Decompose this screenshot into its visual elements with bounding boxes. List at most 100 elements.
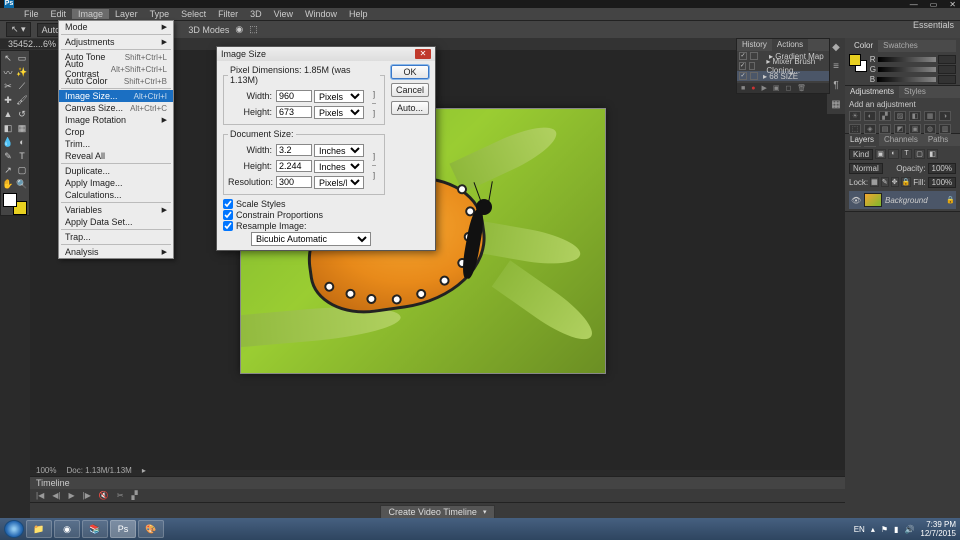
panel-icon[interactable]: ◆: [832, 42, 840, 53]
next-frame-icon[interactable]: |▶: [83, 491, 91, 500]
hand-tool-icon[interactable]: ✋: [1, 177, 15, 191]
r-value[interactable]: [938, 55, 956, 64]
g-slider[interactable]: [878, 67, 936, 72]
adjustment-icon[interactable]: ☀: [849, 111, 861, 121]
menubar[interactable]: FileEditImageLayerTypeSelectFilter3DView…: [0, 8, 960, 20]
blur-tool-icon[interactable]: 💧: [1, 135, 15, 149]
pen-tool-icon[interactable]: ✎: [1, 149, 15, 163]
lock-icon[interactable]: ▦: [870, 177, 879, 187]
menu-item[interactable]: Calculations...: [59, 189, 173, 201]
history-brush-icon[interactable]: ↺: [15, 107, 29, 121]
layers-tab[interactable]: Layers: [845, 134, 879, 146]
fg-bg-swatch[interactable]: [849, 54, 867, 70]
resolution-input[interactable]: [276, 176, 312, 188]
filter-icon[interactable]: ▣: [875, 149, 886, 159]
resample-method-select[interactable]: Bicubic Automatic: [251, 232, 371, 246]
cancel-button[interactable]: Cancel: [391, 83, 429, 97]
new-icon[interactable]: ◻: [785, 84, 791, 92]
pixel-height-unit[interactable]: Pixels: [314, 106, 364, 119]
menu-layer[interactable]: Layer: [109, 9, 144, 19]
lock-icon[interactable]: 🔒: [901, 177, 912, 187]
zoom-value[interactable]: 100%: [36, 466, 56, 476]
workspace-switcher[interactable]: Essentials: [913, 20, 954, 30]
menu-item[interactable]: Image Rotation▶: [59, 114, 173, 126]
clock[interactable]: 7:39 PM12/7/2015: [920, 520, 956, 538]
layer-thumbnail[interactable]: [864, 193, 882, 207]
prev-frame-icon[interactable]: ◀|: [52, 491, 60, 500]
tool-preset[interactable]: ↖ ▾: [6, 22, 31, 37]
3d-icon[interactable]: ◉: [235, 24, 243, 35]
color-tab[interactable]: Color: [849, 40, 878, 52]
tray-arrow-icon[interactable]: ▴: [871, 525, 875, 534]
explorer-taskbar-icon[interactable]: 📁: [26, 520, 52, 538]
menu-type[interactable]: Type: [144, 9, 176, 19]
stamp-tool-icon[interactable]: ▲: [1, 107, 15, 121]
transition-icon[interactable]: ▞: [132, 491, 138, 500]
doc-height-input[interactable]: [276, 160, 312, 172]
link-icon[interactable]: ]⎯]: [368, 152, 380, 180]
visibility-icon[interactable]: 👁: [851, 196, 861, 205]
menu-item[interactable]: Trim...: [59, 138, 173, 150]
create-video-timeline-button[interactable]: Create Video Timeline▾: [380, 505, 496, 519]
menu-item[interactable]: Variables▶: [59, 204, 173, 216]
menu-image[interactable]: Image: [72, 9, 109, 19]
fill-value[interactable]: 100%: [928, 177, 956, 188]
gradient-tool-icon[interactable]: ▦: [15, 121, 29, 135]
timeline-tab[interactable]: Timeline: [36, 478, 70, 488]
eyedropper-tool-icon[interactable]: ⟋: [15, 79, 29, 93]
menu-item[interactable]: Auto ContrastAlt+Shift+Ctrl+L: [59, 63, 173, 75]
constrain-checkbox[interactable]: [223, 210, 233, 220]
volume-icon[interactable]: 🔊: [904, 525, 914, 534]
doc-width-unit[interactable]: Inches: [314, 144, 364, 157]
play-icon[interactable]: ▶: [761, 84, 766, 92]
paths-tab[interactable]: Paths: [923, 134, 953, 146]
type-tool-icon[interactable]: T: [15, 149, 29, 163]
filter-icon[interactable]: ◐: [888, 149, 899, 159]
b-slider[interactable]: [877, 77, 936, 82]
panel-icon[interactable]: ≡: [833, 61, 839, 72]
g-value[interactable]: [938, 65, 956, 74]
actions-tab[interactable]: Actions: [772, 39, 808, 51]
menu-window[interactable]: Window: [299, 9, 343, 19]
adjustment-icon[interactable]: ◩: [894, 124, 906, 134]
menu-item[interactable]: Reveal All: [59, 150, 173, 162]
menu-3d[interactable]: 3D: [244, 9, 268, 19]
adjustment-icon[interactable]: ▞: [879, 111, 891, 121]
adjustment-icon[interactable]: ◐: [864, 111, 876, 121]
resolution-unit[interactable]: Pixels/Inch: [314, 176, 364, 189]
audio-icon[interactable]: 🔇: [99, 491, 109, 500]
b-value[interactable]: [938, 75, 956, 84]
blend-mode[interactable]: Normal: [849, 163, 883, 174]
first-frame-icon[interactable]: |◀: [36, 491, 44, 500]
lasso-tool-icon[interactable]: 〰: [1, 65, 15, 79]
history-tab[interactable]: History: [737, 39, 772, 51]
close-icon[interactable]: ✕: [415, 49, 431, 59]
adjustment-icon[interactable]: ▦: [924, 111, 936, 121]
menu-view[interactable]: View: [268, 9, 299, 19]
trash-icon[interactable]: 🗑: [797, 84, 806, 92]
heal-tool-icon[interactable]: ✚: [1, 93, 15, 107]
filter-kind[interactable]: Kind: [849, 149, 873, 160]
panel-icon[interactable]: ¶: [833, 80, 838, 91]
layer-row[interactable]: 👁 Background 🔒: [849, 191, 956, 209]
menu-item[interactable]: Apply Data Set...: [59, 216, 173, 228]
adjustment-icon[interactable]: ◈: [864, 124, 876, 134]
menu-select[interactable]: Select: [175, 9, 212, 19]
menu-item[interactable]: Trap...: [59, 231, 173, 243]
shape-tool-icon[interactable]: ▢: [15, 163, 29, 177]
menu-item[interactable]: Auto ColorShift+Ctrl+B: [59, 75, 173, 87]
close-icon[interactable]: ✕: [949, 0, 956, 9]
adjustment-icon[interactable]: ◧: [909, 111, 921, 121]
paint-taskbar-icon[interactable]: 🎨: [138, 520, 164, 538]
adjustment-icon[interactable]: ▥: [939, 124, 951, 134]
channels-tab[interactable]: Channels: [879, 134, 923, 146]
menu-file[interactable]: File: [18, 9, 45, 19]
eraser-tool-icon[interactable]: ◧: [1, 121, 15, 135]
dialog-titlebar[interactable]: Image Size ✕: [217, 47, 435, 61]
start-button[interactable]: [4, 520, 24, 538]
menu-item[interactable]: Mode▶: [59, 21, 173, 33]
filter-icon[interactable]: ▢: [914, 149, 925, 159]
adjustment-icon[interactable]: ▣: [909, 124, 921, 134]
r-slider[interactable]: [878, 57, 936, 62]
panel-icon[interactable]: ▦: [831, 99, 840, 110]
